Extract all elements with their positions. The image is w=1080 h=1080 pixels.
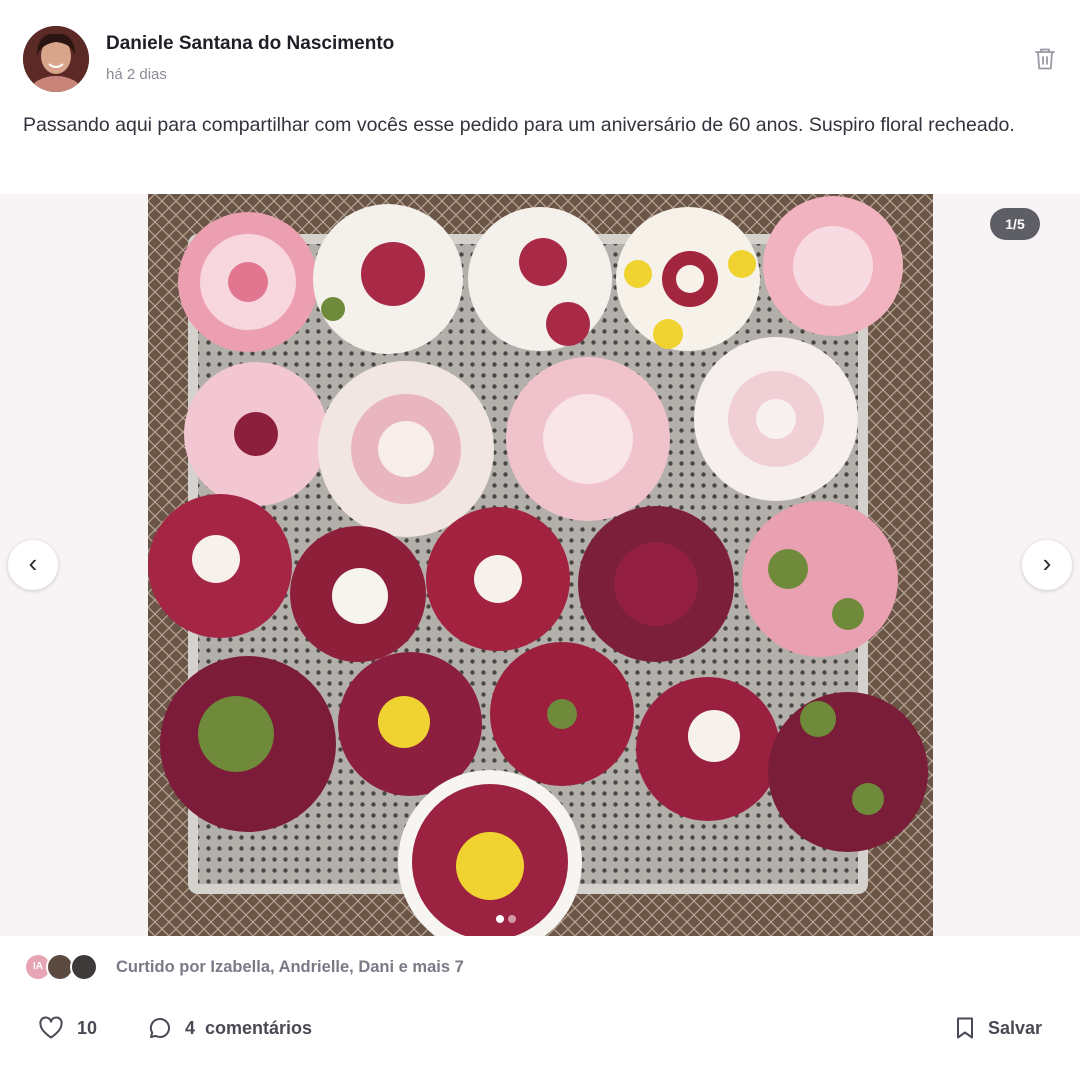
- carousel-dot[interactable]: [508, 915, 516, 923]
- carousel-indicator: [496, 910, 526, 923]
- liked-by-text[interactable]: Curtido por Izabella, Andrielle, Dani e …: [116, 958, 464, 977]
- post-header: Daniele Santana do Nascimento há 2 dias: [23, 26, 1057, 92]
- next-image-button[interactable]: ›: [1022, 540, 1072, 590]
- likes-summary[interactable]: IA Curtido por Izabella, Andrielle, Dani…: [24, 953, 724, 983]
- comment-label: comentários: [205, 1017, 313, 1038]
- post-body-text: Passando aqui para compartilhar com você…: [23, 114, 1015, 136]
- post-timestamp: há 2 dias: [106, 66, 167, 83]
- bookmark-icon: [956, 1017, 973, 1039]
- like-count: 10: [77, 1017, 98, 1038]
- post-actions: 10 4 comentários Salvar: [38, 1012, 1042, 1044]
- save-label: Salvar: [987, 1017, 1042, 1038]
- comment-count: 4: [185, 1017, 196, 1038]
- trash-icon[interactable]: [1033, 46, 1057, 72]
- post-card: Daniele Santana do Nascimento há 2 dias …: [0, 0, 1080, 1080]
- save-button[interactable]: Salvar: [955, 1012, 1042, 1044]
- previous-image-button[interactable]: ‹: [8, 540, 58, 590]
- heart-icon: [39, 1016, 63, 1039]
- image-counter-badge: 1/5: [990, 208, 1040, 240]
- liker-avatar: [70, 953, 98, 981]
- carousel-dot-active[interactable]: [496, 915, 504, 923]
- post-photo[interactable]: [148, 194, 933, 936]
- author-avatar[interactable]: [23, 26, 89, 92]
- media-carousel: 1/5 ‹ ›: [0, 194, 1080, 936]
- comment-bubble-icon: [149, 1017, 170, 1038]
- like-button[interactable]: 10: [38, 1012, 97, 1044]
- author-name[interactable]: Daniele Santana do Nascimento: [106, 33, 394, 55]
- comments-button[interactable]: 4 comentários: [148, 1012, 312, 1044]
